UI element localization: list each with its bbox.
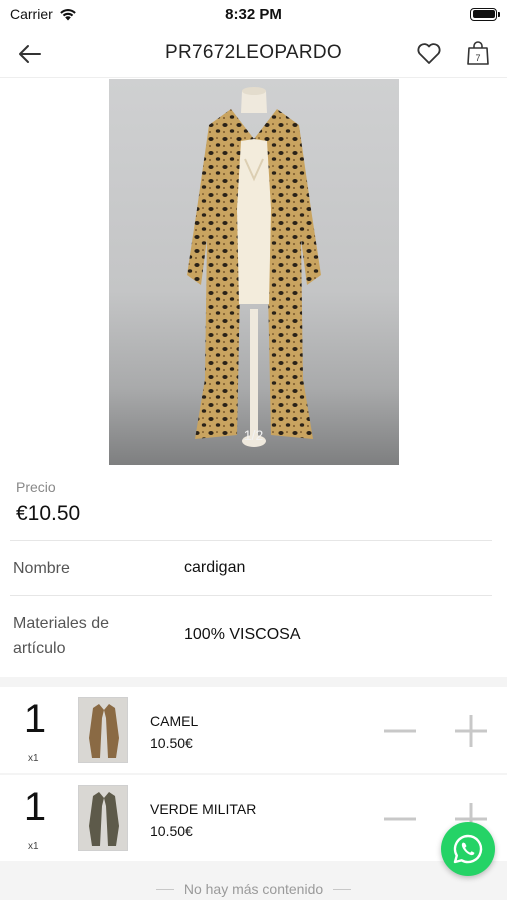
divider [10, 540, 492, 541]
decrease-quantity-button[interactable] [383, 714, 417, 748]
variant-price: 10.50€ [150, 823, 193, 839]
detail-value-name: cardigan [184, 559, 246, 576]
divider [10, 595, 492, 596]
variant-price: 10.50€ [150, 735, 193, 751]
heart-icon[interactable] [415, 39, 443, 67]
whatsapp-button[interactable] [441, 822, 495, 876]
product-gallery[interactable]: 1/2 [0, 79, 507, 465]
detail-label-materials: Materiales de artículo [13, 615, 110, 657]
variant-thumbnail[interactable] [78, 785, 128, 851]
variant-multiplier: x1 [28, 753, 39, 764]
back-arrow-icon[interactable] [16, 40, 44, 68]
no-more-content-label: No hay más contenido [183, 881, 324, 897]
image-counter: 1/2 [243, 427, 264, 443]
status-time: 8:32 PM [225, 6, 282, 23]
whatsapp-icon [453, 834, 483, 864]
variant-quantity: 1 [23, 785, 47, 829]
nav-bar: PR7672LEOPARDO 7 [0, 28, 507, 78]
price-value: €10.50 [16, 502, 81, 525]
variant-row: 1 x1 CAMEL 10.50€ [0, 687, 507, 773]
variant-row: 1 x1 VERDE MILITAR 10.50€ [0, 775, 507, 861]
product-photo[interactable] [109, 79, 399, 465]
decrease-quantity-button[interactable] [383, 802, 417, 836]
variant-multiplier: x1 [28, 841, 39, 852]
cart-count-badge: 7 [475, 53, 480, 63]
end-of-list-notice: No hay más contenido [0, 881, 507, 897]
increase-quantity-button[interactable] [454, 714, 488, 748]
garment-illustration [187, 87, 321, 447]
variant-name: VERDE MILITAR [150, 801, 257, 817]
variant-thumbnail[interactable] [78, 697, 128, 763]
price-label: Precio [16, 479, 56, 495]
detail-label-name: Nombre [13, 560, 70, 577]
shopping-bag-icon[interactable]: 7 [464, 39, 492, 67]
detail-value-materials: 100% VISCOSA [184, 626, 301, 643]
divider [333, 888, 352, 890]
divider [155, 888, 174, 890]
battery-icon [470, 7, 500, 21]
page-title: PR7672LEOPARDO [164, 41, 343, 63]
variant-quantity: 1 [23, 697, 47, 741]
status-bar: Carrier 8:32 PM [0, 0, 507, 28]
variant-name: CAMEL [150, 713, 199, 729]
